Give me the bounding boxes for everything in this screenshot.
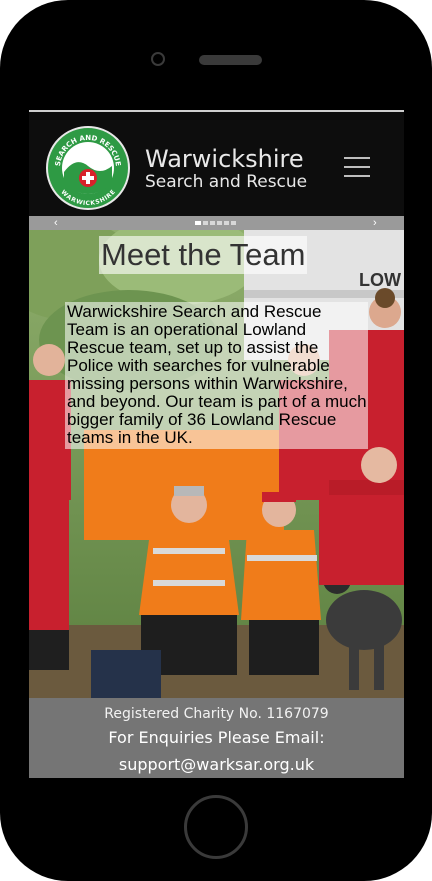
team-description: Warwickshire Search and Rescue Team is a… xyxy=(65,302,368,449)
earpiece-speaker xyxy=(199,55,262,65)
home-button[interactable] xyxy=(184,795,248,859)
front-camera xyxy=(151,52,165,66)
site-header: SEARCH AND RESCUE WARWICKSHIRE Warwicksh… xyxy=(29,110,404,216)
charity-number: Registered Charity No. 1167079 xyxy=(104,706,329,722)
site-name[interactable]: Warwickshire Search and Rescue xyxy=(145,146,307,192)
slider-prev-icon[interactable]: ‹ xyxy=(54,216,58,230)
page-title: Meet the Team xyxy=(99,236,308,274)
slider-dot[interactable] xyxy=(231,221,236,225)
slider-dot[interactable] xyxy=(217,221,222,225)
team-photo-image: LOW xyxy=(29,230,404,698)
slider-dot[interactable] xyxy=(224,221,229,225)
site-footer: Registered Charity No. 1167079 For Enqui… xyxy=(29,698,404,778)
contact-email-link[interactable]: support@warksar.org.uk xyxy=(29,755,404,775)
warwickshire-sar-logo-icon[interactable]: SEARCH AND RESCUE WARWICKSHIRE xyxy=(46,126,130,210)
team-photo: LOW Meet the Team Warwickshire Search an… xyxy=(29,230,404,698)
phone-frame: SEARCH AND RESCUE WARWICKSHIRE Warwicksh… xyxy=(0,0,432,881)
hamburger-menu-icon[interactable] xyxy=(344,157,370,177)
slider-dot[interactable] xyxy=(210,221,215,225)
slider-dots xyxy=(195,221,236,225)
enquiries-label: For Enquiries Please Email: xyxy=(108,728,325,747)
phone-screen: SEARCH AND RESCUE WARWICKSHIRE Warwicksh… xyxy=(29,110,404,778)
slider-controls: ‹ › xyxy=(29,216,404,230)
slider-dot[interactable] xyxy=(195,221,201,225)
slider-next-icon[interactable]: › xyxy=(373,216,377,230)
svg-text:LOW: LOW xyxy=(359,270,401,290)
slider-dot[interactable] xyxy=(203,221,208,225)
site-name-line1: Warwickshire xyxy=(145,145,304,173)
site-name-line2: Search and Rescue xyxy=(145,172,308,192)
